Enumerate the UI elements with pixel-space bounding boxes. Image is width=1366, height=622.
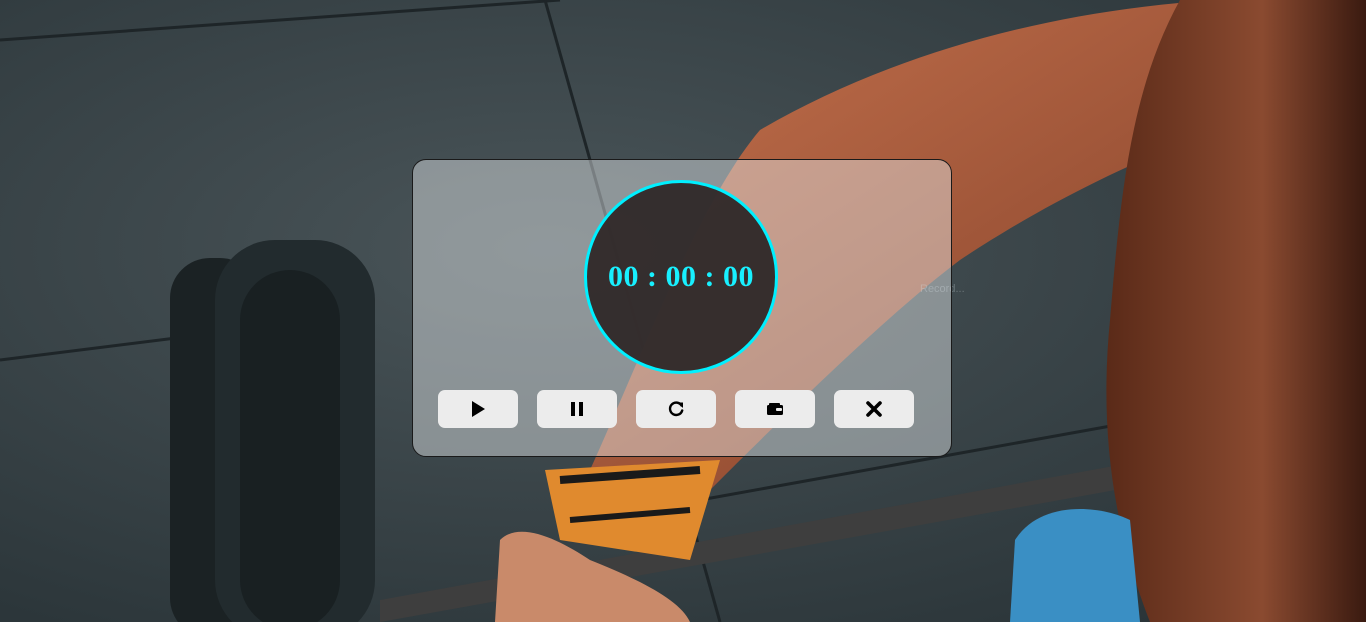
record-button[interactable] [735, 390, 815, 428]
close-icon [866, 401, 882, 417]
pause-icon [571, 402, 583, 416]
stopwatch-panel: 00 : 00 : 00 [412, 159, 952, 457]
control-bar [438, 390, 914, 428]
reset-button[interactable] [636, 390, 716, 428]
stopwatch-dial: 00 : 00 : 00 [584, 180, 778, 374]
reload-icon [668, 401, 684, 417]
close-button[interactable] [834, 390, 914, 428]
start-button[interactable] [438, 390, 518, 428]
play-icon [472, 401, 485, 417]
app-root: Record... 00 : 00 : 00 [0, 0, 1366, 622]
stopwatch-time-display: 00 : 00 : 00 [608, 260, 754, 293]
wallet-icon [767, 403, 783, 415]
pause-button[interactable] [537, 390, 617, 428]
